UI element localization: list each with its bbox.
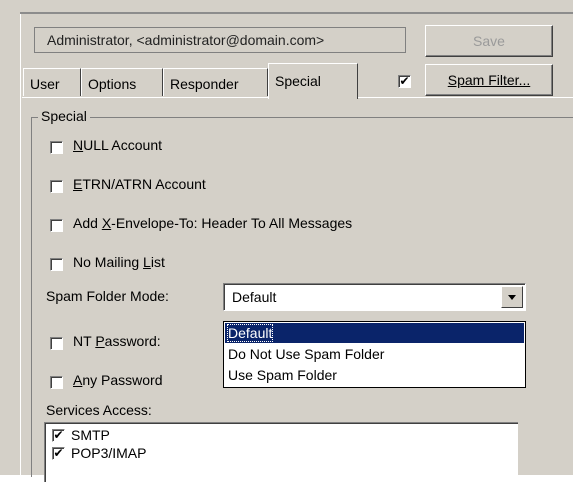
pop3-imap-checkbox[interactable]: ✔	[52, 446, 65, 460]
label-accel: A	[73, 372, 83, 388]
label-post: ny Password	[82, 372, 163, 388]
chevron-down-icon	[508, 295, 516, 300]
label-post: TRN/ATRN Account	[82, 176, 206, 192]
tab-special[interactable]: Special	[268, 63, 358, 99]
label-post: assword:	[104, 333, 161, 349]
spam-filter-label: Spam Filter...	[447, 72, 531, 88]
label-post: ULL Account	[83, 137, 162, 153]
services-access-label: Services Access:	[46, 402, 152, 418]
add-x-envelope-checkbox[interactable]	[50, 219, 63, 232]
label-pre: NT	[73, 333, 96, 349]
option-label: Default	[226, 324, 274, 342]
nt-password-checkbox[interactable]	[50, 337, 63, 350]
etrn-account-label[interactable]: ETRN/ATRN Account	[73, 176, 206, 192]
dropdown-arrow-button[interactable]	[501, 286, 523, 308]
spam-folder-mode-label: Spam Folder Mode:	[46, 288, 169, 304]
list-item[interactable]: ✔ SMTP	[52, 427, 110, 443]
tab-responder[interactable]: Responder	[163, 68, 268, 96]
spam-folder-mode-dropdown: Default Do Not Use Spam Folder Use Spam …	[223, 321, 526, 388]
label-accel: E	[73, 176, 83, 192]
label-pre: No Mailing	[73, 254, 144, 270]
spam-folder-mode-select[interactable]: Default	[223, 283, 526, 311]
spam-filter-button[interactable]: Spam Filter...	[425, 64, 553, 96]
dropdown-option-default[interactable]: Default	[225, 323, 524, 343]
dropdown-option-use-spam-folder[interactable]: Use Spam Folder	[225, 365, 524, 385]
dropdown-option-do-not-use[interactable]: Do Not Use Spam Folder	[225, 344, 524, 364]
tab-user[interactable]: User	[23, 68, 81, 96]
services-access-list[interactable]: ✔ SMTP ✔ POP3/IMAP	[44, 422, 518, 482]
save-button[interactable]: Save	[425, 25, 553, 57]
label-pre: Add	[73, 215, 102, 231]
null-account-checkbox[interactable]	[50, 141, 63, 154]
any-password-label[interactable]: Any Password	[73, 372, 163, 388]
label-accel: N	[73, 137, 84, 153]
add-x-envelope-label[interactable]: Add X-Envelope-To: Header To All Message…	[73, 215, 352, 231]
smtp-checkbox[interactable]: ✔	[52, 428, 65, 442]
special-group-title: Special	[38, 108, 90, 124]
nt-password-label[interactable]: NT Password:	[73, 333, 161, 349]
label-accel: P	[95, 333, 105, 349]
service-label: SMTP	[71, 427, 110, 443]
label-post: ist	[150, 254, 165, 270]
label-accel: L	[143, 254, 151, 270]
service-label: POP3/IMAP	[71, 445, 147, 461]
spam-folder-mode-value: Default	[232, 289, 277, 305]
no-mailing-list-label[interactable]: No Mailing List	[73, 254, 165, 270]
label-accel: X	[101, 215, 112, 231]
etrn-account-checkbox[interactable]	[50, 180, 63, 193]
list-item[interactable]: ✔ POP3/IMAP	[52, 445, 146, 461]
label-post: -Envelope-To: Header To All Messages	[111, 215, 353, 231]
tab-options[interactable]: Options	[81, 68, 163, 96]
null-account-label[interactable]: NULL Account	[73, 137, 162, 153]
no-mailing-list-checkbox[interactable]	[50, 258, 63, 271]
any-password-checkbox[interactable]	[50, 376, 63, 389]
user-account-field[interactable]: Administrator, <administrator@domain.com…	[34, 27, 406, 53]
spam-filter-checkbox[interactable]: ✔	[398, 75, 411, 88]
